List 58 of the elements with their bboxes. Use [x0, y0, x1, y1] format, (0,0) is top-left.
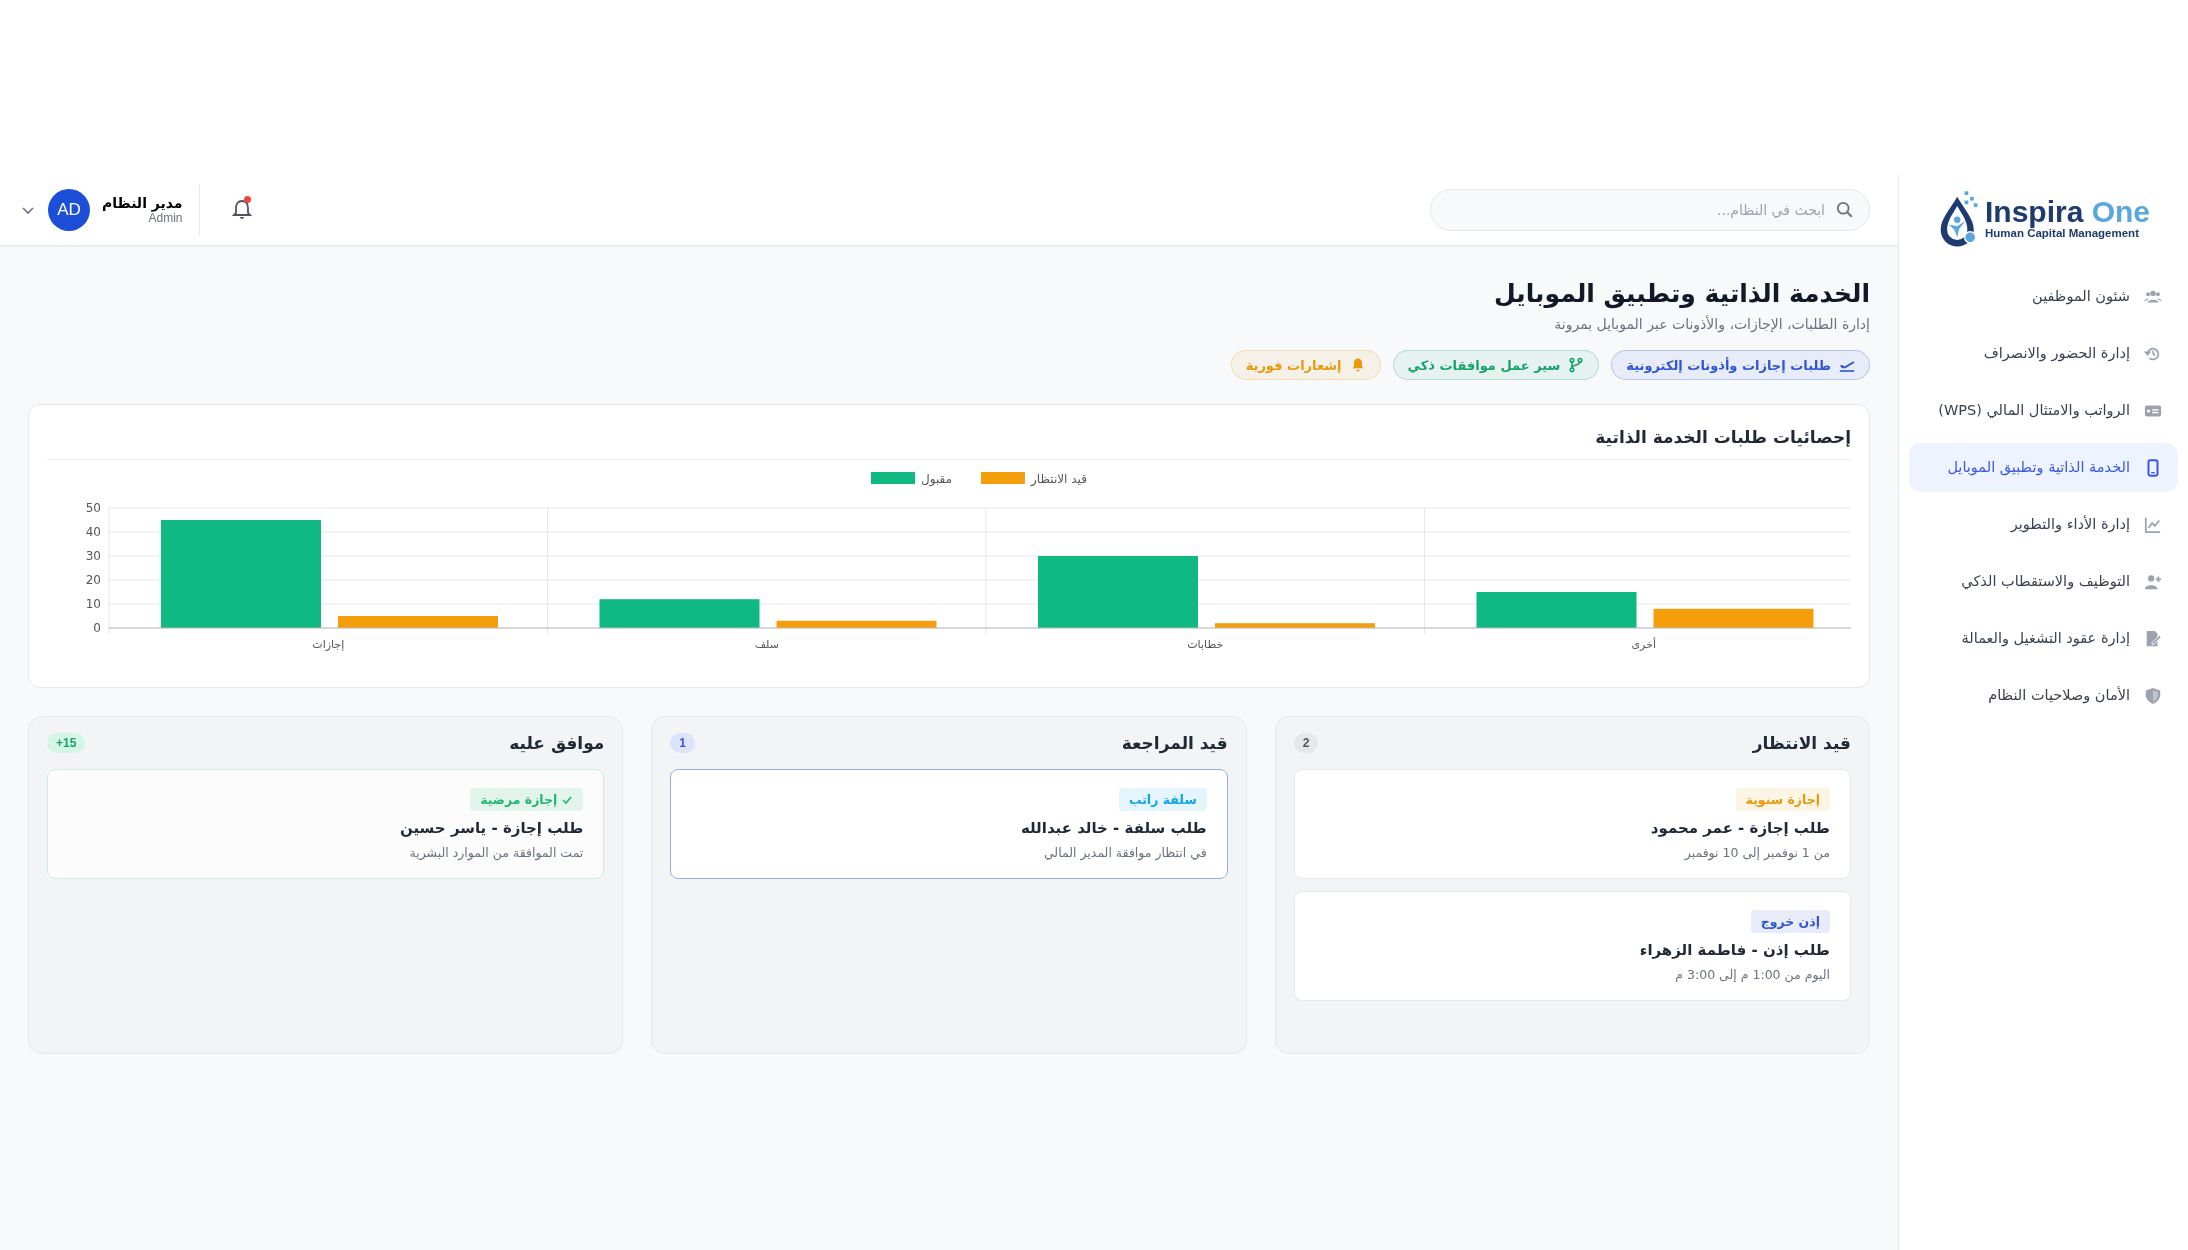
shield-icon — [2144, 686, 2162, 705]
feature-badge: طلبات إجازات وأذونات إلكترونية — [1611, 350, 1870, 380]
bell-icon — [229, 198, 254, 222]
count-badge: 2 — [1293, 733, 1319, 753]
count-badge: +15 — [47, 733, 86, 753]
column-title: قيد الانتظار — [1752, 733, 1851, 753]
y-tick-label: 20 — [85, 573, 101, 587]
y-tick-label: 40 — [85, 525, 101, 539]
page-subtitle: إدارة الطلبات، الإجازات، والأذونات عبر الموبايل بمرونة — [1553, 316, 1870, 332]
y-tick-label: 10 — [85, 597, 101, 611]
request-detail: تمت الموافقة من الموارد البشرية — [409, 845, 584, 860]
chart-title: إحصائيات طلبات الخدمة الذاتية — [47, 427, 1851, 460]
request-detail: من 1 نوفمبر إلى 10 نوفمبر — [1684, 845, 1830, 860]
request-title: طلب إذن - فاطمة الزهراء — [1639, 941, 1830, 959]
y-tick-label: 0 — [93, 621, 101, 635]
x-tick-label: أخرى — [1631, 638, 1656, 651]
request-tag: سلفة راتب — [1118, 788, 1207, 811]
count-badge: 1 — [670, 733, 696, 753]
search-icon — [1836, 201, 1854, 219]
request-detail: اليوم من 1:00 م إلى 3:00 م — [1675, 967, 1830, 982]
y-tick-label: 50 — [85, 501, 101, 515]
x-tick-label: خطابات — [1187, 638, 1224, 651]
request-title: طلب سلفة - خالد عبدالله — [1020, 819, 1207, 837]
legend-label: قيد الانتظار — [1031, 472, 1087, 486]
sidebar-item[interactable]: الأمان وصلاحيات النظام — [1909, 671, 2178, 720]
x-tick-label: إجازات — [312, 638, 345, 651]
line-chart-icon — [2144, 515, 2162, 534]
request-title: طلب إجازة - ياسر حسين — [399, 819, 584, 837]
request-title: طلب إجازة - عمر محمود — [1650, 819, 1830, 837]
request-tag: إجازة سنوية — [1735, 788, 1830, 811]
sidebar-item[interactable]: إدارة عقود التشغيل والعمالة — [1909, 614, 2178, 663]
request-detail: في انتظار موافقة المدير المالي — [1043, 845, 1207, 860]
document-pen-icon — [2144, 629, 2162, 648]
feature-badge: إشعارات فورية — [1230, 350, 1381, 380]
sidebar-item[interactable]: إدارة الحضور والانصراف — [1909, 329, 2178, 378]
branch-icon — [1568, 357, 1585, 373]
column-title: موافق عليه — [509, 733, 605, 753]
x-tick-label: سلف — [754, 638, 779, 651]
avatar: AD — [48, 189, 90, 231]
request-tag: إجازة مرضية — [470, 788, 584, 811]
sidebar-item[interactable]: الخدمة الذاتية وتطبيق الموبايل — [1909, 443, 2178, 492]
sidebar-item[interactable]: شئون الموظفين — [1909, 272, 2178, 321]
sidebar-item[interactable]: الرواتب والامتثال المالي (WPS) — [1909, 386, 2178, 435]
legend-label: مقبول — [921, 472, 953, 486]
brand-name: Inspira One — [1984, 196, 2151, 227]
request-card[interactable]: سلفة راتب طلب سلفة - خالد عبدالله في انتظار موافقة المدير المالي — [670, 769, 1228, 879]
user-plus-icon — [2144, 572, 2162, 591]
column-title: قيد المراجعة — [1121, 733, 1228, 753]
sidebar-item[interactable]: إدارة الأداء والتطوير — [1909, 500, 2178, 549]
request-card[interactable]: إذن خروج طلب إذن - فاطمة الزهراء اليوم من 1:00 م إلى 3:00 م — [1293, 891, 1851, 1001]
request-card[interactable]: إجازة مرضية طلب إجازة - ياسر حسين تمت الموافقة من الموارد البشرية — [47, 769, 605, 879]
search-field[interactable]: ابحث في النظام... — [1430, 189, 1870, 231]
page-title: الخدمة الذاتية وتطبيق الموبايل — [1493, 279, 1870, 308]
feature-badge: سير عمل موافقات ذكي — [1392, 350, 1600, 380]
sidebar-item[interactable]: التوظيف والاستقطاب الذكي — [1909, 557, 2178, 606]
request-tag: إذن خروج — [1750, 910, 1830, 933]
request-card[interactable]: إجازة سنوية طلب إجازة - عمر محمود من 1 نوفمبر إلى 10 نوفمبر — [1293, 769, 1851, 879]
y-tick-label: 30 — [85, 549, 101, 563]
